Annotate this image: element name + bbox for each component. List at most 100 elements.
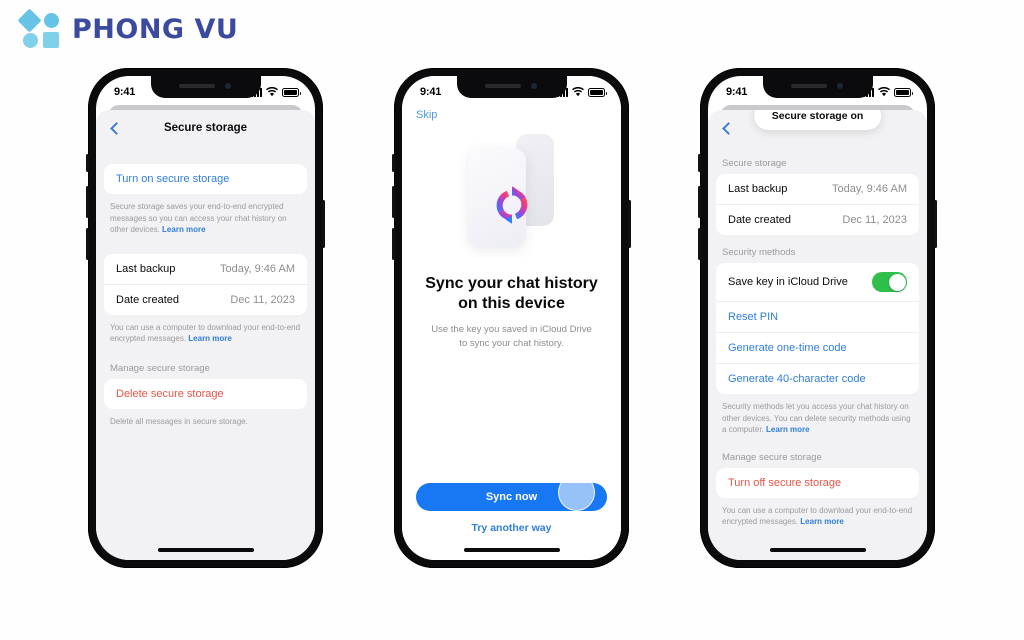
tap-indicator-cursor bbox=[558, 483, 595, 511]
settings-sheet: Secure storage Turn on secure storage Se… bbox=[96, 110, 315, 560]
secure-storage-header: Secure storage bbox=[722, 158, 787, 169]
skip-button[interactable]: Skip bbox=[416, 109, 437, 121]
turn-off-secure-storage-card: Turn off secure storage bbox=[716, 467, 919, 498]
phone-secure-storage-on: 9:41 Secure storage on Secure storage La… bbox=[698, 68, 937, 568]
circle-top-right-shape-icon bbox=[44, 13, 59, 28]
volume-up-button[interactable] bbox=[86, 186, 89, 218]
turn-off-secure-storage-button[interactable]: Turn off secure storage bbox=[716, 468, 919, 498]
turn-on-secure-storage-button[interactable]: Turn on secure storage bbox=[104, 164, 307, 194]
sync-onboarding-screen: Skip Sync your chat history on this devi… bbox=[402, 76, 621, 560]
page-title: Secure storage bbox=[163, 122, 248, 134]
nav-bar: Secure storage bbox=[96, 110, 315, 146]
learn-more-link[interactable]: Learn more bbox=[766, 425, 810, 434]
speaker-grille-icon bbox=[790, 84, 827, 88]
generate-one-time-code-button[interactable]: Generate one-time code bbox=[716, 333, 919, 364]
sync-arrows-icon bbox=[496, 186, 527, 224]
phone-screen: 9:41 Secure storage Turn on secure stora… bbox=[96, 76, 315, 560]
onboarding-title: Sync your chat history on this device bbox=[425, 275, 598, 312]
circle-bottom-left-shape-icon bbox=[23, 33, 38, 48]
power-button[interactable] bbox=[322, 200, 325, 248]
download-footnote: You can use a computer to download your … bbox=[708, 498, 927, 528]
generate-40-character-code-button[interactable]: Generate 40-character code bbox=[716, 364, 919, 394]
notch bbox=[456, 76, 567, 98]
sync-now-button[interactable]: Sync now bbox=[416, 483, 607, 511]
row-label: Last backup bbox=[728, 183, 788, 195]
save-key-toggle[interactable] bbox=[872, 272, 907, 292]
mute-switch-icon bbox=[392, 154, 395, 172]
row-label: Reset PIN bbox=[728, 311, 779, 323]
settings-sheet: Secure storage on Secure storage Last ba… bbox=[708, 110, 927, 560]
phone-sync-onboarding: 9:41 Skip Sync your chat history on this… bbox=[392, 68, 631, 568]
wifi-icon bbox=[572, 87, 584, 97]
backup-info-card: Last backup Today, 9:46 AM Date created … bbox=[716, 174, 919, 235]
mute-switch-icon bbox=[698, 154, 701, 172]
diamond-shape-icon bbox=[17, 8, 42, 33]
learn-more-link[interactable]: Learn more bbox=[188, 334, 232, 343]
status-time: 9:41 bbox=[114, 86, 136, 98]
front-camera-icon bbox=[530, 83, 537, 89]
brand-mark-icon bbox=[17, 8, 62, 50]
toggle-knob-icon bbox=[888, 273, 906, 291]
row-label: Delete secure storage bbox=[116, 387, 224, 400]
security-methods-footnote: Security methods let you access your cha… bbox=[708, 394, 927, 436]
volume-up-button[interactable] bbox=[392, 186, 395, 218]
table-row: Date created Dec 11, 2023 bbox=[104, 285, 307, 315]
brand-name: PHONG VU bbox=[72, 13, 239, 45]
delete-secure-storage-button[interactable]: Delete secure storage bbox=[104, 379, 307, 409]
page-root: PHONG VU 9:41 Secure storage Turn on sec… bbox=[0, 0, 1024, 640]
status-toast: Secure storage on bbox=[753, 110, 882, 130]
table-row: Date created Dec 11, 2023 bbox=[716, 205, 919, 235]
security-methods-header: Security methods bbox=[722, 247, 796, 258]
manage-secure-storage-header: Manage secure storage bbox=[722, 451, 822, 463]
volume-up-button[interactable] bbox=[698, 186, 701, 218]
phone-secure-storage-off: 9:41 Secure storage Turn on secure stora… bbox=[86, 68, 325, 568]
phone-screen: 9:41 Secure storage on Secure storage La… bbox=[708, 76, 927, 560]
try-another-way-button[interactable]: Try another way bbox=[416, 522, 607, 534]
speaker-grille-icon bbox=[484, 84, 521, 88]
save-key-icloud-row[interactable]: Save key in iCloud Drive bbox=[716, 263, 919, 302]
onboarding-subtitle: Use the key you saved in iCloud Drive to… bbox=[431, 324, 592, 350]
download-footnote: You can use a computer to download your … bbox=[96, 315, 315, 345]
row-value: Today, 9:46 AM bbox=[219, 262, 295, 275]
row-label: Date created bbox=[116, 293, 179, 306]
brand-logo: PHONG VU bbox=[17, 8, 239, 50]
table-row: Last backup Today, 9:46 AM bbox=[716, 174, 919, 205]
row-value: Dec 11, 2023 bbox=[842, 214, 907, 226]
row-label: Last backup bbox=[116, 262, 176, 275]
secure-storage-footnote: Secure storage saves your end-to-end enc… bbox=[96, 194, 315, 236]
power-button[interactable] bbox=[934, 200, 937, 248]
notch bbox=[762, 76, 873, 98]
home-indicator[interactable] bbox=[463, 548, 560, 552]
volume-down-button[interactable] bbox=[86, 228, 89, 260]
status-time: 9:41 bbox=[726, 86, 748, 98]
row-label: Generate 40-character code bbox=[728, 373, 866, 385]
battery-icon bbox=[894, 87, 913, 97]
row-value: Dec 11, 2023 bbox=[230, 293, 295, 306]
volume-down-button[interactable] bbox=[392, 228, 395, 260]
row-value: Today, 9:46 AM bbox=[831, 183, 907, 195]
battery-icon bbox=[588, 87, 607, 97]
home-indicator[interactable] bbox=[769, 548, 866, 552]
learn-more-link[interactable]: Learn more bbox=[800, 517, 844, 526]
back-chevron-icon[interactable] bbox=[722, 121, 735, 135]
front-camera-icon bbox=[836, 83, 843, 89]
reset-pin-button[interactable]: Reset PIN bbox=[716, 302, 919, 333]
square-shape-icon bbox=[43, 32, 59, 48]
volume-down-button[interactable] bbox=[698, 228, 701, 260]
learn-more-link[interactable]: Learn more bbox=[162, 225, 206, 234]
wifi-icon bbox=[266, 87, 278, 97]
table-row: Last backup Today, 9:46 AM bbox=[104, 254, 307, 285]
delete-secure-storage-card: Delete secure storage bbox=[104, 378, 307, 409]
status-time: 9:41 bbox=[420, 86, 442, 98]
battery-icon bbox=[282, 87, 301, 97]
power-button[interactable] bbox=[628, 200, 631, 248]
home-indicator[interactable] bbox=[157, 548, 254, 552]
turn-on-secure-storage-card: Turn on secure storage bbox=[104, 164, 307, 194]
delete-footnote: Delete all messages in secure storage. bbox=[110, 416, 248, 426]
wifi-icon bbox=[878, 87, 890, 97]
row-label: Turn on secure storage bbox=[116, 173, 230, 185]
row-label: Date created bbox=[728, 214, 791, 226]
footnote-text: Security methods let you access your cha… bbox=[722, 402, 911, 435]
row-label: Generate one-time code bbox=[728, 342, 847, 354]
